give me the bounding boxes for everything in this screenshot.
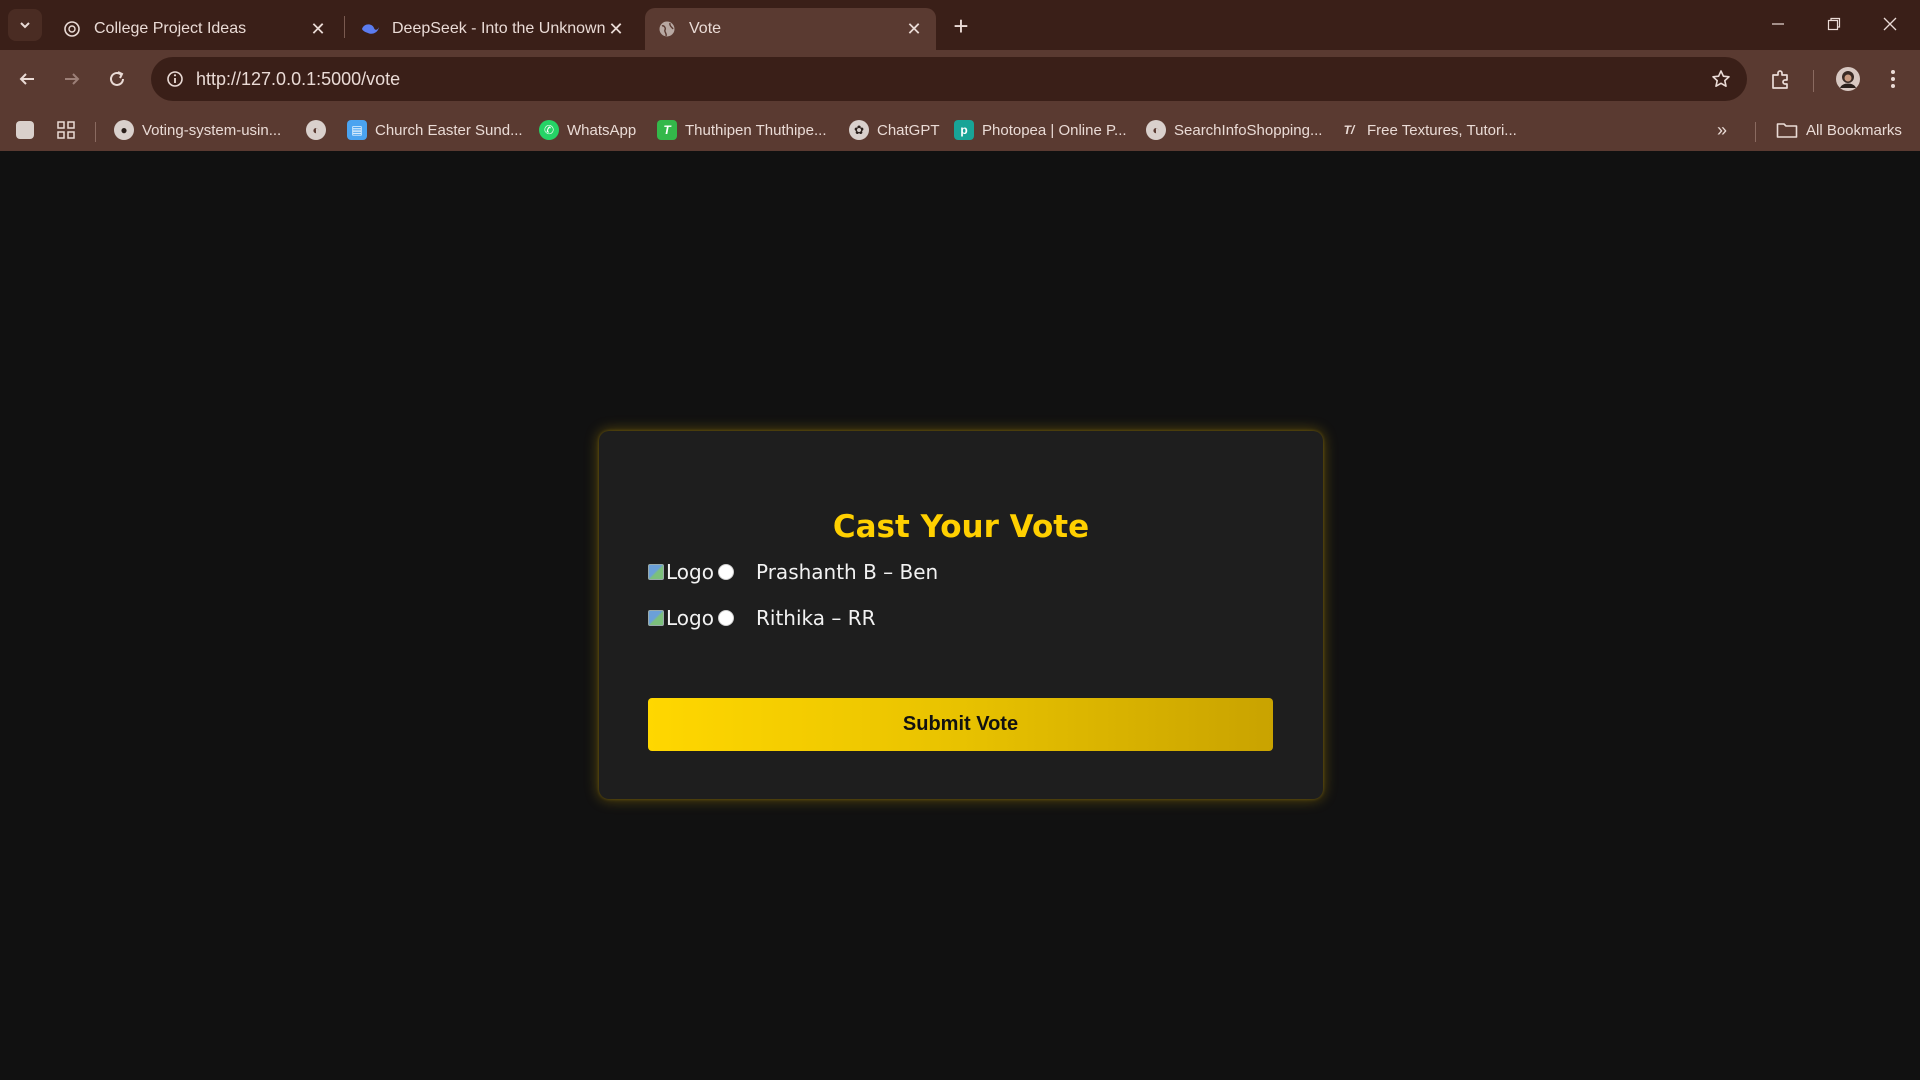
bookmark-label: Thuthipen Thuthipe... [685, 121, 827, 139]
close-icon[interactable]: ✕ [606, 19, 626, 39]
bookmark-globe[interactable]: ◐ [306, 115, 334, 145]
close-icon[interactable]: ✕ [308, 19, 328, 39]
toolbar-divider [1813, 70, 1814, 92]
globe-icon: ◐ [1146, 120, 1166, 140]
chatgpt-icon [62, 19, 82, 39]
t-icon: T [657, 120, 677, 140]
bookmark-searchinfo[interactable]: ◐ SearchInfoShopping... [1146, 115, 1322, 145]
puzzle-icon [1772, 70, 1788, 89]
tab-strip: College Project Ideas ✕ DeepSeek - Into … [0, 0, 1920, 50]
bookmark-tab-groups[interactable] [16, 115, 42, 145]
close-icon [1883, 17, 1897, 31]
tab-divider [344, 16, 345, 38]
bookmark-whatsapp[interactable]: ✆ WhatsApp [539, 115, 636, 145]
tab-title: College Project Ideas [94, 20, 247, 37]
chatgpt-icon: ✿ [849, 120, 869, 140]
url-text[interactable]: http://127.0.0.1:5000/vote [196, 69, 400, 90]
bookmarks-divider [95, 122, 96, 142]
more-vert-icon [1891, 70, 1895, 88]
avatar [1836, 67, 1860, 91]
logo-alt-text: Logo [666, 606, 714, 630]
page-content: Cast Your Vote Logo Prashanth B – Ben Lo… [0, 151, 1920, 1080]
all-bookmarks-label: All Bookmarks [1806, 121, 1902, 139]
back-button[interactable] [11, 63, 43, 95]
candidate-option[interactable]: Logo Rithika – RR [648, 603, 876, 633]
tab-college-project-ideas[interactable]: College Project Ideas ✕ [50, 8, 340, 50]
candidate-option[interactable]: Logo Prashanth B – Ben [648, 557, 938, 587]
candidate-radio[interactable] [718, 610, 734, 626]
globe-icon: ◐ [306, 120, 326, 140]
docs-icon: ▤ [347, 120, 367, 140]
arrow-right-icon [65, 73, 80, 85]
tab-groups-icon [16, 121, 34, 139]
photopea-icon: p [954, 120, 974, 140]
bookmark-label: Free Textures, Tutori... [1367, 121, 1517, 139]
bookmark-church-easter[interactable]: ▤ Church Easter Sund... [347, 115, 523, 145]
close-icon[interactable]: ✕ [904, 19, 924, 39]
bookmark-free-textures[interactable]: T/ Free Textures, Tutori... [1339, 115, 1517, 145]
new-tab-button[interactable]: + [944, 11, 978, 41]
star-icon[interactable] [1709, 67, 1733, 91]
bookmark-label: Photopea | Online P... [982, 121, 1127, 139]
globe-icon [657, 19, 677, 39]
bookmarks-divider [1755, 122, 1756, 142]
restore-icon [1827, 17, 1841, 31]
tab-title: DeepSeek - Into the Unknown [392, 20, 606, 37]
chevron-double-right-icon: » [1717, 119, 1728, 140]
bookmark-label: Church Easter Sund... [375, 121, 523, 139]
candidate-label[interactable]: Prashanth B – Ben [756, 560, 938, 584]
restore-button[interactable] [1806, 0, 1862, 48]
close-window-button[interactable] [1862, 0, 1918, 48]
logo-alt-text: Logo [666, 560, 714, 584]
tab-search-button[interactable] [8, 9, 42, 41]
candidate-logo: Logo [648, 606, 728, 630]
vote-card: Cast Your Vote Logo Prashanth B – Ben Lo… [599, 431, 1323, 799]
bookmarks-overflow-button[interactable]: » [1717, 115, 1727, 145]
whatsapp-icon: ✆ [539, 120, 559, 140]
candidate-label[interactable]: Rithika – RR [756, 606, 876, 630]
tab-vote[interactable]: Vote ✕ [645, 8, 936, 50]
profile-button[interactable] [1832, 63, 1864, 95]
broken-image-icon [648, 610, 664, 626]
submit-vote-button[interactable]: Submit Vote [648, 698, 1273, 751]
minimize-button[interactable] [1750, 0, 1806, 48]
textures-icon: T/ [1343, 123, 1355, 137]
minimize-icon [1772, 23, 1784, 25]
forward-button[interactable] [56, 63, 88, 95]
bookmarks-bar: ● Voting-system-usin... ◐ ▤ Church Easte… [0, 108, 1920, 151]
github-icon: ● [114, 120, 134, 140]
bookmark-apps[interactable] [56, 115, 76, 145]
broken-image-icon [648, 564, 664, 580]
deepseek-icon [360, 19, 380, 39]
candidate-radio[interactable] [718, 564, 734, 580]
all-bookmarks-button[interactable]: All Bookmarks [1776, 115, 1902, 145]
extensions-button[interactable] [1765, 63, 1797, 95]
address-bar[interactable]: http://127.0.0.1:5000/vote [151, 57, 1747, 101]
site-info-icon[interactable] [161, 65, 189, 93]
page-title: Cast Your Vote [832, 509, 1090, 545]
tab-deepseek[interactable]: DeepSeek - Into the Unknown ✕ [348, 8, 638, 50]
reload-button[interactable] [101, 63, 133, 95]
apps-grid-icon [57, 121, 75, 139]
menu-button[interactable] [1877, 63, 1909, 95]
bookmark-label: Voting-system-usin... [142, 121, 282, 139]
folder-icon [1776, 123, 1798, 138]
bookmark-label: ChatGPT [877, 121, 940, 139]
chevron-down-icon [20, 22, 30, 29]
tab-title: Vote [689, 20, 722, 37]
candidate-logo: Logo [648, 560, 728, 584]
reload-icon [110, 71, 124, 86]
bookmark-photopea[interactable]: p Photopea | Online P... [954, 115, 1127, 145]
bookmark-label: SearchInfoShopping... [1174, 121, 1323, 139]
browser-toolbar: http://127.0.0.1:5000/vote [0, 50, 1920, 108]
bookmark-label: WhatsApp [567, 121, 637, 139]
bookmark-voting-system[interactable]: ● Voting-system-usin... [114, 115, 281, 145]
bookmark-chatgpt[interactable]: ✿ ChatGPT [849, 115, 940, 145]
arrow-left-icon [19, 73, 34, 85]
bookmark-thuthipen[interactable]: T Thuthipen Thuthipe... [657, 115, 827, 145]
